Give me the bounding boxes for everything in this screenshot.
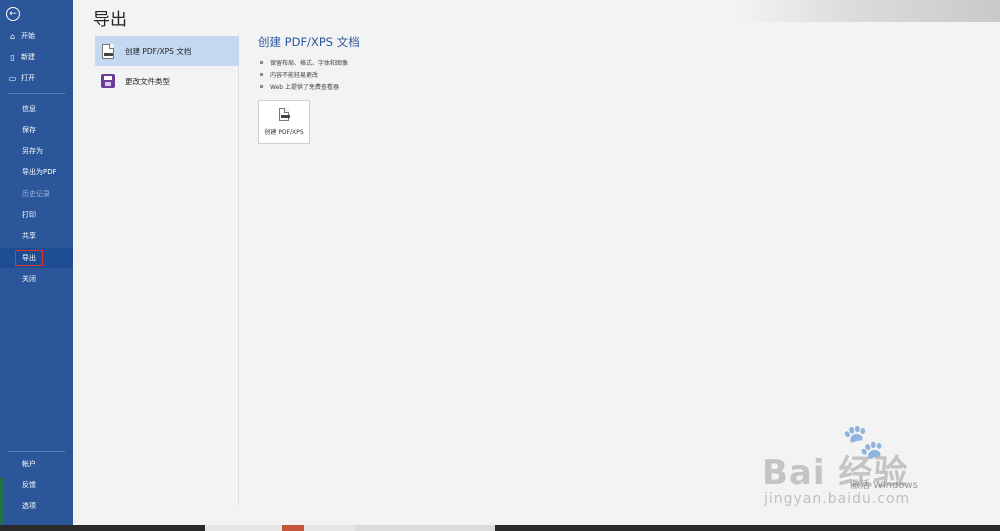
list-item: Web 上提供了免费查看器	[258, 80, 360, 92]
pdf-document-icon	[279, 108, 290, 121]
sidebar-item-save[interactable]: 保存	[0, 120, 73, 140]
sidebar-item-home[interactable]: ⌂ 开始	[0, 26, 73, 46]
sidebar-item-share[interactable]: 共享	[0, 226, 73, 246]
back-arrow-icon[interactable]: ←	[6, 7, 20, 21]
sidebar-item-export[interactable]: 导出	[0, 248, 73, 268]
new-document-icon: ▯	[10, 52, 15, 62]
feature-list: 保留布局、格式、字体和图像 内容不能轻易更改 Web 上提供了免费查看器	[258, 56, 360, 92]
sidebar-item-close[interactable]: 关闭	[0, 269, 73, 289]
taskbar-segment	[282, 525, 304, 531]
sidebar-item-info[interactable]: 信息	[0, 99, 73, 119]
sidebar-item-account[interactable]: 帐户	[0, 454, 73, 474]
sidebar-item-feedback[interactable]: 反馈	[0, 475, 73, 495]
option-create-pdf-xps[interactable]: 创建 PDF/XPS 文档	[95, 36, 239, 66]
list-item: 保留布局、格式、字体和图像	[258, 56, 360, 68]
sidebar-accent-strip	[0, 478, 4, 524]
sidebar-item-history: 历史记录	[22, 190, 50, 198]
taskbar-segment	[205, 525, 355, 531]
sidebar-item-options[interactable]: 选项	[0, 496, 73, 516]
file-type-icon	[99, 71, 117, 91]
sidebar-divider	[8, 451, 65, 452]
bullet-icon	[260, 60, 263, 64]
detail-title: 创建 PDF/XPS 文档	[258, 35, 360, 49]
backstage-sidebar: ← ⌂ 开始 ▯ 新建 ▭ 打开 信息 保存 另存为 导出为PDF 历史记录 打…	[0, 0, 73, 525]
folder-open-icon: ▭	[8, 73, 17, 83]
sidebar-item-new[interactable]: ▯ 新建	[0, 47, 73, 67]
sidebar-divider	[8, 93, 65, 94]
sidebar-item-open[interactable]: ▭ 打开	[0, 68, 73, 88]
pdf-document-icon	[99, 41, 117, 61]
export-options-panel: 创建 PDF/XPS 文档 更改文件类型	[93, 34, 239, 506]
home-icon: ⌂	[9, 31, 16, 41]
sidebar-item-export-pdf[interactable]: 导出为PDF	[0, 162, 73, 182]
option-change-file-type[interactable]: 更改文件类型	[95, 66, 239, 96]
background-decoration	[740, 0, 1000, 22]
sidebar-item-save-as[interactable]: 另存为	[0, 141, 73, 161]
taskbar	[0, 525, 1000, 531]
taskbar-segment	[355, 525, 495, 531]
page-title: 导出	[93, 10, 127, 30]
baidu-watermark: 🐾 Bai 经验 激活 Windows jingyan.baidu.com	[762, 422, 918, 507]
create-pdf-xps-button[interactable]: 创建 PDF/XPS	[258, 100, 310, 144]
bullet-icon	[260, 72, 263, 76]
export-detail: 创建 PDF/XPS 文档 保留布局、格式、字体和图像 内容不能轻易更改 Web…	[258, 34, 360, 92]
sidebar-item-print[interactable]: 打印	[0, 205, 73, 225]
list-item: 内容不能轻易更改	[258, 68, 360, 80]
bullet-icon	[260, 84, 263, 88]
